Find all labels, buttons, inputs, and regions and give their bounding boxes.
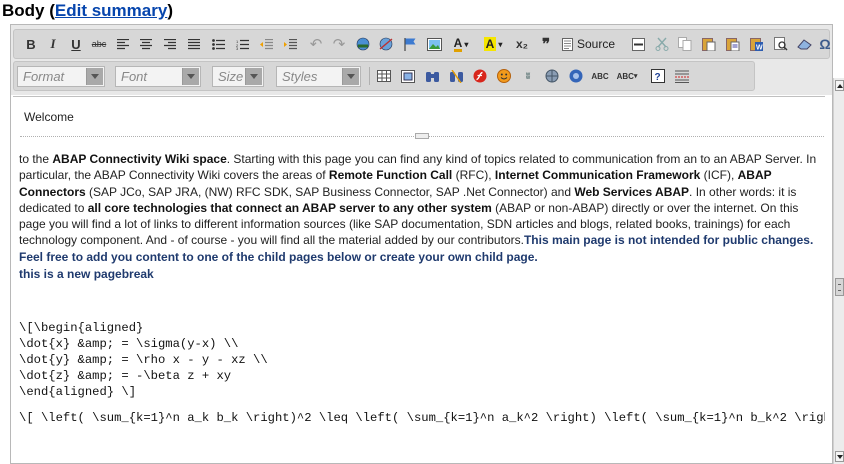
unlink-icon[interactable] — [376, 34, 396, 54]
spellcheck-icon[interactable]: ABC — [590, 66, 610, 86]
undo-icon[interactable]: ↶ — [306, 34, 326, 54]
page-break-icon[interactable] — [672, 66, 692, 86]
code-line-1: \[\begin{aligned} — [19, 321, 144, 335]
horizontal-rule-icon[interactable] — [628, 34, 648, 54]
styles-combo-label: Styles — [282, 69, 318, 84]
format-combo-arrow — [86, 68, 103, 85]
body-heading-close: ) — [167, 1, 173, 20]
background-color-icon[interactable]: A ▾ — [480, 34, 506, 54]
size-combo-arrow — [245, 68, 262, 85]
vertical-scrollbar[interactable] — [833, 78, 844, 464]
copy-icon[interactable] — [675, 34, 695, 54]
size-combo-label: Size — [218, 69, 244, 84]
svg-text:3: 3 — [236, 46, 239, 50]
code-line-2: \dot{x} &amp; = \sigma(y-x) \\ — [19, 337, 239, 351]
editor-toolbar: B I U abc 123 ↶ ↷ A ▾ A ▾ x₂ ❞ Source W … — [11, 25, 832, 95]
find-icon[interactable] — [771, 34, 791, 54]
para-text-3: (RFC), — [452, 168, 495, 183]
paste-text-icon[interactable] — [723, 34, 743, 54]
intro-paragraph: to the ABAP Connectivity Wiki space. Sta… — [19, 151, 821, 265]
background-color-glyph: A — [483, 37, 497, 51]
para-bold-5: Web Services ABAP — [574, 184, 690, 199]
paste-icon[interactable] — [699, 34, 719, 54]
special-char-icon[interactable]: Ω — [815, 34, 832, 54]
styles-combo-arrow — [342, 68, 359, 85]
edit-summary-link[interactable]: Edit summary — [55, 1, 167, 20]
code-line-3: \dot{y} &amp; = \rho x - y - xz \\ — [19, 353, 268, 367]
underline-icon[interactable]: U — [66, 34, 86, 54]
indent-icon[interactable] — [280, 34, 300, 54]
page-break-handle[interactable] — [415, 133, 429, 139]
rich-text-editor: B I U abc 123 ↶ ↷ A ▾ A ▾ x₂ ❞ Source W … — [10, 24, 833, 464]
svg-text:W: W — [756, 45, 763, 52]
align-left-icon[interactable] — [113, 34, 133, 54]
anchor-icon[interactable] — [400, 34, 420, 54]
bold-icon[interactable]: B — [21, 34, 41, 54]
code-line-6: \[ \left( \sum_{k=1}^n a_k b_k \right)^2… — [19, 411, 825, 425]
outdent-icon[interactable] — [256, 34, 276, 54]
source-label: Source — [577, 37, 616, 51]
scroll-up-icon[interactable] — [835, 80, 844, 91]
font-combo-arrow — [182, 68, 199, 85]
code-line-4: \dot{z} &amp; = -\beta z + xy — [19, 369, 232, 383]
cut-icon[interactable] — [652, 34, 672, 54]
para-text-1: to the — [19, 152, 53, 166]
binoculars-icon[interactable] — [422, 66, 442, 86]
strikethrough-icon[interactable]: abc — [89, 34, 109, 54]
svg-text:?: ? — [655, 72, 661, 83]
para-bold-3: Internet Communication Framework — [494, 168, 701, 183]
settings-icon[interactable] — [566, 66, 586, 86]
body-heading-label: Body ( — [2, 1, 55, 20]
smiley-icon[interactable] — [494, 66, 514, 86]
para-text-4: (ICF), — [700, 168, 738, 183]
eraser-icon[interactable] — [794, 34, 814, 54]
align-right-icon[interactable] — [160, 34, 180, 54]
editor-content[interactable]: Welcome to the ABAP Connectivity Wiki sp… — [13, 96, 825, 463]
link-icon[interactable] — [353, 34, 373, 54]
show-blocks-icon[interactable] — [398, 66, 418, 86]
format-combo-label: Format — [23, 69, 65, 84]
para-bold-1: ABAP Connectivity Wiki space — [52, 152, 227, 166]
replace-icon[interactable] — [446, 66, 466, 86]
bulleted-list-icon[interactable] — [208, 34, 228, 54]
paste-word-icon[interactable]: W — [747, 34, 767, 54]
scroll-down-icon[interactable] — [835, 451, 844, 462]
align-justify-icon[interactable] — [184, 34, 204, 54]
redo-icon[interactable]: ↷ — [329, 34, 349, 54]
styles-combo[interactable]: Styles — [276, 66, 361, 87]
align-center-icon[interactable] — [136, 34, 156, 54]
image-icon[interactable] — [424, 34, 444, 54]
table-icon[interactable] — [374, 66, 394, 86]
text-color-glyph: A — [453, 35, 463, 52]
globe-icon[interactable] — [542, 66, 562, 86]
help-icon[interactable]: ? — [648, 66, 668, 86]
italic-icon[interactable]: I — [43, 34, 63, 54]
source-icon — [562, 37, 573, 51]
language-icon[interactable]: ʬ — [518, 66, 538, 86]
toolbar-separator — [369, 67, 370, 85]
source-button[interactable]: Source — [562, 34, 622, 54]
body-heading: Body (Edit summary) — [2, 1, 173, 21]
text-color-icon[interactable]: A ▾ — [448, 34, 474, 54]
subscript-icon[interactable]: x₂ — [512, 34, 532, 54]
scroll-thumb[interactable] — [835, 278, 844, 296]
para-bold-6: all core technologies that connect an AB… — [87, 200, 492, 215]
flash-icon[interactable] — [470, 66, 490, 86]
para-bold-2: Remote Function Call — [328, 168, 453, 183]
font-combo[interactable]: Font — [115, 66, 201, 87]
format-combo[interactable]: Format — [17, 66, 105, 87]
para-text-5: (SAP JCo, SAP JRA, (NW) RFC SDK, SAP Bus… — [85, 184, 575, 199]
size-combo[interactable]: Size — [212, 66, 264, 87]
blockquote-icon[interactable]: ❞ — [536, 34, 556, 54]
new-pagebreak-text: this is a new pagebreak — [19, 267, 154, 281]
numbered-list-icon[interactable]: 123 — [232, 34, 252, 54]
spellcheck-menu-icon[interactable]: ABC ▾ — [614, 66, 640, 86]
code-line-5: \end{aligned} \] — [19, 385, 137, 399]
toolbar-row-1: B I U abc 123 ↶ ↷ A ▾ A ▾ x₂ ❞ Source W … — [13, 29, 832, 59]
welcome-text: Welcome — [24, 110, 74, 124]
font-combo-label: Font — [121, 69, 148, 84]
toolbar-row-2: Format Font Size Styles ʬ ABC ABC ▾ ? — [13, 61, 755, 91]
